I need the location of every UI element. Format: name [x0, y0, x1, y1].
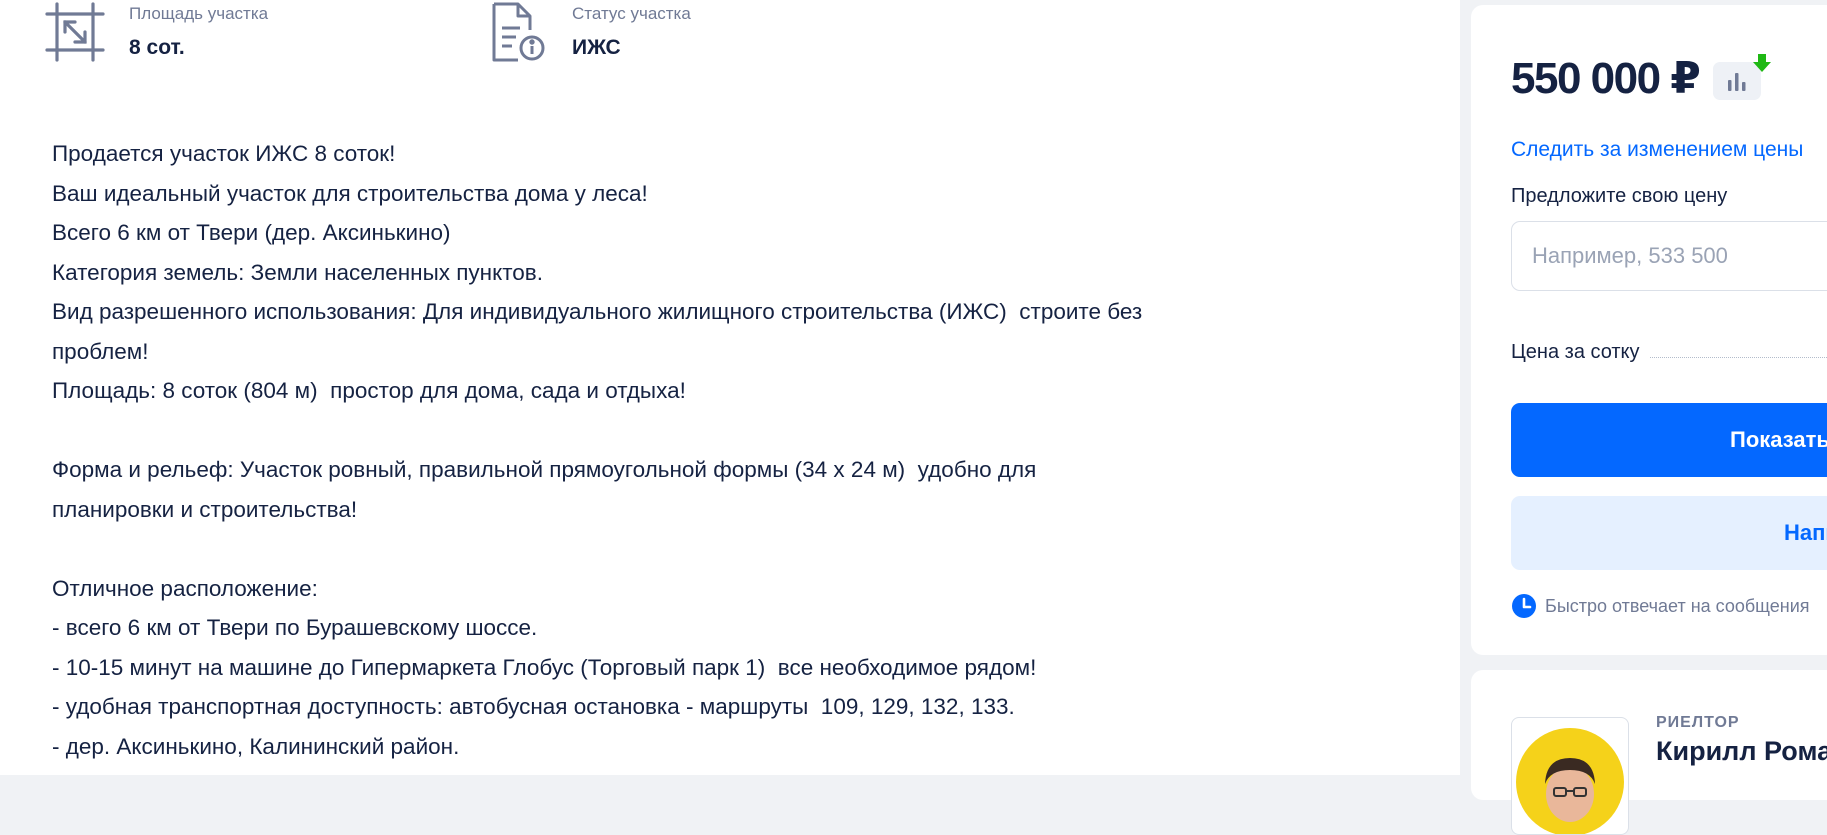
write-message-button[interactable]: Написать — [1511, 496, 1827, 570]
document-info-icon — [486, 0, 550, 64]
write-message-label: Написать — [1784, 520, 1827, 545]
listing-description: Продается участок ИЖС 8 соток! Ваш идеал… — [52, 141, 1143, 759]
fact-status: Статус участка ИЖС — [486, 0, 691, 64]
clock-icon — [1512, 594, 1536, 618]
fact-area-label: Площадь участка — [129, 4, 269, 23]
show-phone-button[interactable]: Показать — [1511, 403, 1827, 477]
fact-area-value: 8 сот. — [129, 36, 185, 59]
dotted-leader — [1649, 357, 1827, 358]
fact-status-value: ИЖС — [572, 36, 621, 59]
fact-area: Площадь участка 8 сот. — [43, 0, 268, 64]
show-phone-label: Показать — [1730, 427, 1827, 452]
fact-status-label: Статус участка — [572, 4, 691, 23]
suggest-price-input[interactable] — [1511, 221, 1827, 291]
price-per-unit-label: Цена за сотку — [1511, 341, 1640, 363]
agent-card: РИЕЛТОР Кирилл Романов — [1471, 670, 1827, 835]
price-row: 550 000 ₽ — [1511, 49, 1772, 109]
resize-arrow-icon — [43, 0, 107, 64]
price-per-unit-row: Цена за сотку — [1511, 341, 1827, 364]
follow-price-link[interactable]: Следить за изменением цены — [1511, 138, 1803, 162]
reply-speed: Быстро отвечает на сообщения — [1511, 593, 1810, 619]
agent-name[interactable]: Кирилл Романов — [1656, 736, 1827, 767]
offer-card: 550 000 ₽ Следить за изменением цены Пре… — [1471, 5, 1827, 655]
price: 550 000 ₽ — [1511, 54, 1701, 103]
suggest-price-label: Предложите свою цену — [1511, 185, 1728, 207]
price-history-button[interactable] — [1713, 54, 1772, 100]
bar-chart-icon — [1728, 73, 1746, 91]
reply-speed-text: Быстро отвечает на сообщения — [1545, 595, 1810, 616]
listing-main: Площадь участка 8 сот. Статус участка ИЖ… — [0, 0, 1460, 775]
agent-role: РИЕЛТОР — [1656, 714, 1740, 731]
avatar[interactable] — [1511, 717, 1629, 835]
arrow-down-icon — [1753, 54, 1772, 72]
